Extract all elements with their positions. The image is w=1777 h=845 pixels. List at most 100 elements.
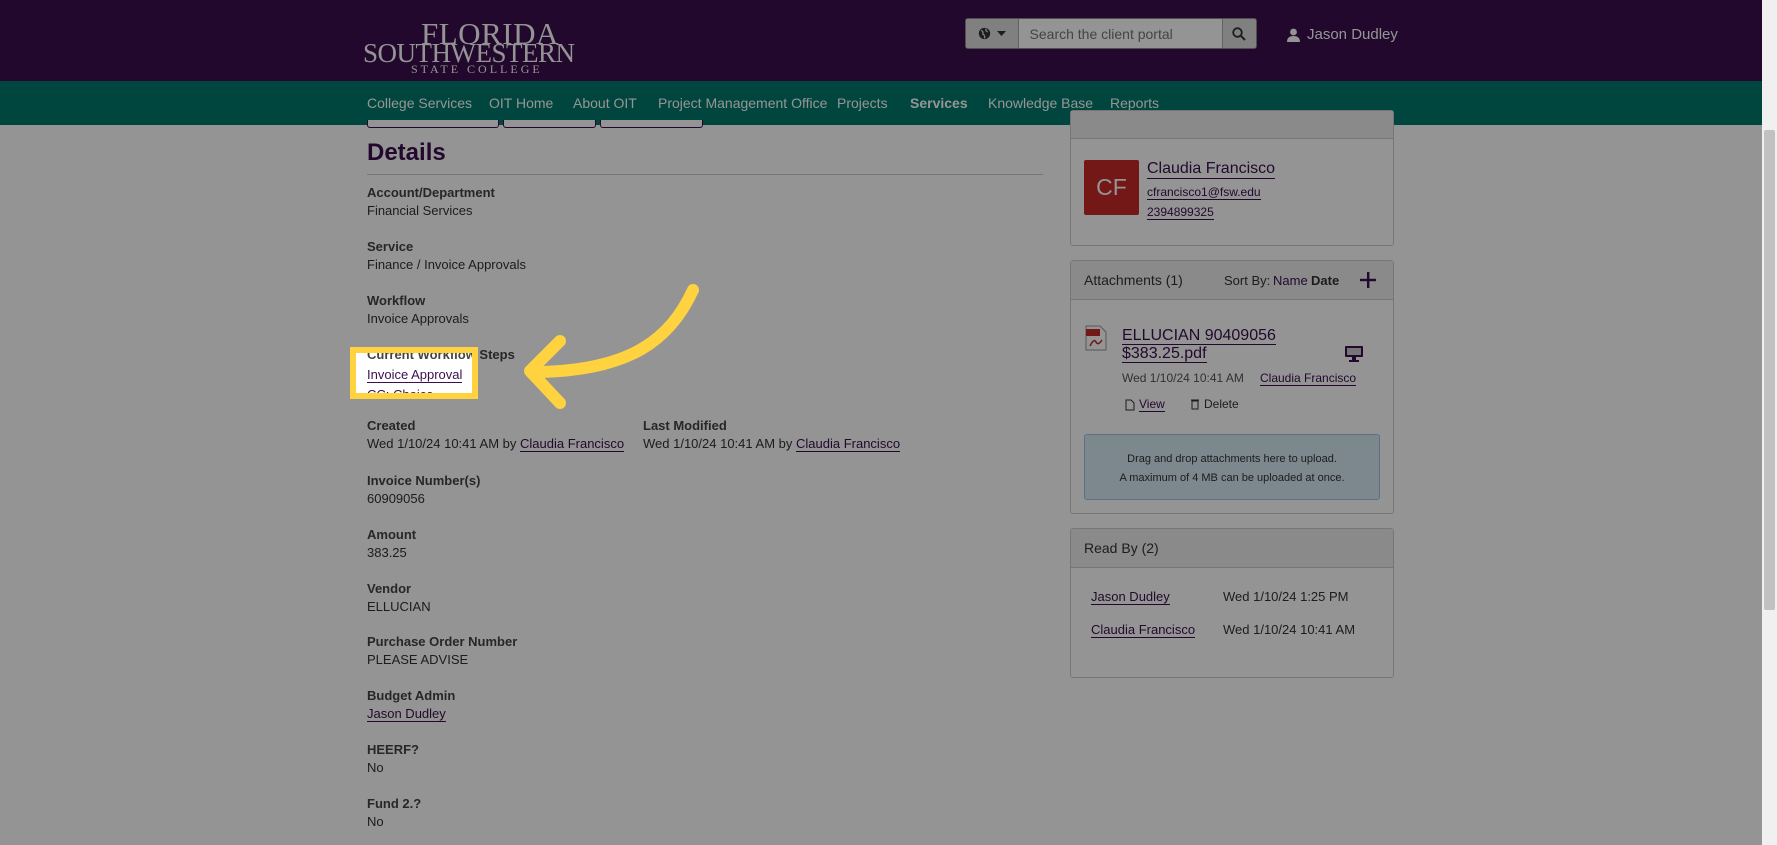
modified-by-link[interactable]: Claudia Francisco bbox=[796, 436, 901, 452]
tutorial-dim-overlay bbox=[0, 0, 1762, 845]
nav-item-projects[interactable]: Projects bbox=[837, 95, 888, 111]
attachments-panel: Attachments (1) Sort By: Name Date ELLUC… bbox=[1070, 260, 1394, 514]
globe-icon bbox=[978, 27, 990, 40]
attachment-date: Wed 1/10/24 10:41 AM bbox=[1122, 371, 1244, 385]
created-value: Wed 1/10/24 10:41 AM by Claudia Francisc… bbox=[367, 436, 625, 452]
sort-by-name-link[interactable]: Name bbox=[1273, 273, 1308, 288]
nav-item-oit-home[interactable]: OIT Home bbox=[489, 95, 553, 111]
attachment-uploader-link[interactable]: Claudia Francisco bbox=[1260, 371, 1357, 386]
invoice-approval-step-link[interactable]: Invoice Approval bbox=[367, 367, 463, 383]
desktop-icon[interactable] bbox=[1344, 345, 1364, 362]
scrollbar-thumb[interactable] bbox=[1764, 130, 1775, 610]
requestor-name-link[interactable]: Claudia Francisco bbox=[1147, 160, 1276, 179]
budget-admin-label: Budget Admin bbox=[367, 688, 456, 703]
po-number-value: PLEASE ADVISE bbox=[367, 652, 469, 667]
invoice-numbers-label: Invoice Number(s) bbox=[367, 473, 481, 488]
page-scrollbar[interactable] bbox=[1762, 0, 1777, 845]
attachment-file-link[interactable]: ELLUCIAN 90409056 $383.25.pdf bbox=[1122, 327, 1276, 363]
trash-icon bbox=[1191, 399, 1199, 410]
caret-down-icon bbox=[996, 30, 1006, 36]
amount-label: Amount bbox=[367, 527, 417, 542]
view-label: View bbox=[1139, 397, 1165, 412]
nav-item-college-services[interactable]: College Services bbox=[367, 95, 472, 111]
requestor-panel: CF Claudia Francisco cfrancisco1@fsw.edu… bbox=[1070, 110, 1394, 246]
fund2-value: No bbox=[367, 814, 384, 829]
po-number-label: Purchase Order Number bbox=[367, 634, 518, 649]
vendor-value: ELLUCIAN bbox=[367, 599, 431, 614]
budget-admin-link[interactable]: Jason Dudley bbox=[367, 706, 446, 722]
requestor-phone-link[interactable]: 2394899325 bbox=[1147, 205, 1214, 220]
read-by-panel: Read By (2) Jason Dudley Wed 1/10/24 1:2… bbox=[1070, 528, 1394, 678]
account-value: Financial Services bbox=[367, 203, 473, 218]
created-label: Created bbox=[367, 418, 416, 433]
action-button[interactable] bbox=[600, 120, 703, 128]
pdf-icon bbox=[1085, 325, 1107, 351]
fund2-label: Fund 2.? bbox=[367, 796, 422, 811]
attachment-name-line-1: ELLUCIAN 90409056 bbox=[1122, 327, 1276, 345]
created-by-link[interactable]: Claudia Francisco bbox=[520, 436, 625, 452]
site-header: FLORIDA SOUTHWESTERN STATE COLLEGE Jason… bbox=[0, 0, 1762, 81]
budget-admin-value: Jason Dudley bbox=[367, 706, 446, 722]
nav-item-about-oit[interactable]: About OIT bbox=[573, 95, 637, 111]
search-input[interactable] bbox=[1018, 19, 1222, 48]
workflow-label: Workflow bbox=[367, 293, 426, 308]
read-by-date: Wed 1/10/24 1:25 PM bbox=[1223, 589, 1349, 604]
details-title: Details bbox=[367, 139, 446, 166]
last-modified-value: Wed 1/10/24 10:41 AM by Claudia Francisc… bbox=[643, 436, 901, 452]
attachments-panel-header: Attachments (1) Sort By: Name Date bbox=[1071, 261, 1393, 300]
invoice-numbers-value: 60909056 bbox=[367, 491, 425, 506]
college-logo[interactable]: FLORIDA SOUTHWESTERN STATE COLLEGE bbox=[363, 16, 575, 76]
read-by-date: Wed 1/10/24 10:41 AM bbox=[1223, 622, 1356, 637]
nav-item-reports[interactable]: Reports bbox=[1110, 95, 1159, 111]
workflow-value: Invoice Approvals bbox=[367, 311, 469, 326]
nav-item-services[interactable]: Services bbox=[910, 95, 968, 111]
search-scope-button[interactable] bbox=[966, 19, 1019, 48]
plus-icon[interactable] bbox=[1359, 271, 1377, 289]
search-button[interactable] bbox=[1221, 19, 1256, 48]
delete-label: Delete bbox=[1204, 397, 1239, 411]
service-label: Service bbox=[367, 239, 414, 254]
action-button[interactable] bbox=[367, 120, 499, 128]
attachments-title: Attachments (1) bbox=[1084, 272, 1183, 288]
attachment-dropzone[interactable]: Drag and drop attachments here to upload… bbox=[1084, 434, 1380, 500]
read-by-name-link[interactable]: Claudia Francisco bbox=[1091, 622, 1196, 638]
heerf-label: HEERF? bbox=[367, 742, 419, 757]
requestor-panel-header bbox=[1071, 111, 1393, 139]
created-date: Wed 1/10/24 10:41 AM by bbox=[367, 436, 517, 451]
sort-by-label: Sort By: bbox=[1224, 273, 1271, 288]
nav-item-knowledge-base[interactable]: Knowledge Base bbox=[988, 95, 1093, 111]
heerf-value: No bbox=[367, 760, 384, 775]
search-bar bbox=[965, 18, 1257, 49]
last-modified-label: Last Modified bbox=[643, 418, 727, 433]
document-icon bbox=[1125, 399, 1135, 410]
dropzone-line-2: A maximum of 4 MB can be uploaded at onc… bbox=[1119, 472, 1345, 484]
main-nav: College Services OIT Home About OIT Proj… bbox=[0, 81, 1762, 125]
service-value: Finance / Invoice Approvals bbox=[367, 257, 526, 272]
logo-line-3: STATE COLLEGE bbox=[411, 62, 543, 76]
read-by-panel-header: Read By (2) bbox=[1071, 529, 1393, 568]
pointer-arrow-icon bbox=[524, 284, 699, 409]
attachment-name-line-2: $383.25.pdf bbox=[1122, 345, 1207, 363]
search-icon bbox=[1232, 26, 1246, 41]
requestor-email-link[interactable]: cfrancisco1@fsw.edu bbox=[1147, 185, 1261, 200]
amount-value: 383.25 bbox=[367, 545, 407, 560]
modified-date: Wed 1/10/24 10:41 AM by bbox=[643, 436, 793, 451]
nav-item-project-management-office[interactable]: Project Management Office bbox=[658, 95, 827, 111]
highlighted-workflow-step: Current Workflow Steps Invoice Approval … bbox=[350, 347, 478, 399]
attachment-view-button[interactable]: View bbox=[1125, 397, 1165, 412]
avatar: CF bbox=[1084, 160, 1139, 215]
sort-by-date-link[interactable]: Date bbox=[1311, 273, 1339, 288]
divider bbox=[367, 174, 1043, 175]
current-steps-label-highlighted: Current Workflow Steps bbox=[367, 347, 476, 362]
action-button[interactable] bbox=[503, 120, 596, 128]
user-icon bbox=[1287, 28, 1300, 42]
dropzone-line-1: Drag and drop attachments here to upload… bbox=[1127, 453, 1337, 465]
attachment-delete-button[interactable]: Delete bbox=[1190, 397, 1239, 411]
user-name: Jason Dudley bbox=[1307, 26, 1398, 43]
user-menu[interactable]: Jason Dudley bbox=[1287, 26, 1398, 43]
read-by-title: Read By (2) bbox=[1084, 540, 1159, 556]
account-label: Account/Department bbox=[367, 185, 495, 200]
read-by-name-link[interactable]: Jason Dudley bbox=[1091, 589, 1170, 605]
vendor-label: Vendor bbox=[367, 581, 412, 596]
cc-choice-step-link[interactable]: CC: Choice bbox=[367, 387, 433, 393]
